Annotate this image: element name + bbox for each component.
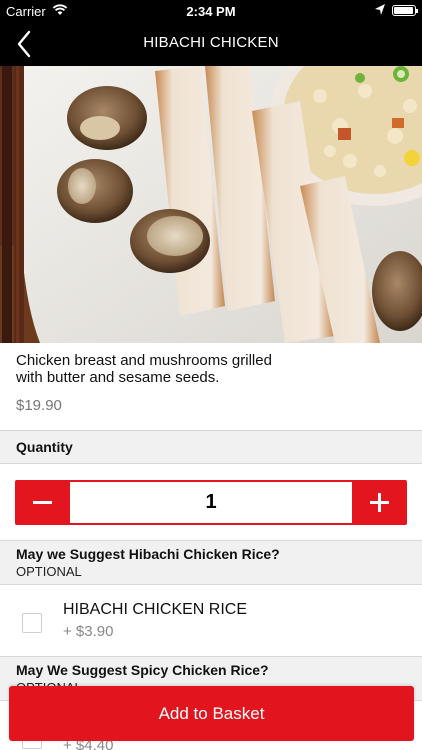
battery-icon (392, 5, 418, 16)
option-group-title: May we Suggest Hibachi Chicken Rice? (16, 546, 280, 562)
decrement-button[interactable] (15, 480, 70, 525)
product-description: Chicken breast and mushrooms grilled wit… (16, 352, 272, 386)
status-time: 2:34 PM (186, 4, 236, 19)
option-group-subtitle: OPTIONAL (16, 564, 82, 579)
quantity-label: Quantity (16, 439, 73, 455)
page-title: HIBACHI CHICKEN (143, 34, 279, 51)
option-group-title: May We Suggest Spicy Chicken Rice? (16, 662, 269, 678)
product-price: $19.90 (16, 397, 62, 414)
product-image (0, 66, 422, 343)
quantity-stepper: 1 (15, 480, 407, 525)
option-price: + $3.90 (63, 623, 114, 640)
add-to-basket-button[interactable]: Add to Basket (9, 686, 414, 741)
plus-icon (370, 493, 389, 512)
option-name: HIBACHI CHICKEN RICE (63, 601, 248, 618)
status-bar: Carrier 2:34 PM (0, 0, 422, 22)
quantity-value[interactable]: 1 (70, 482, 352, 523)
option-row[interactable]: HIBACHI CHICKEN RICE + $3.90 (0, 585, 422, 656)
increment-button[interactable] (352, 480, 407, 525)
option-checkbox[interactable] (22, 613, 42, 633)
minus-icon (33, 501, 52, 504)
location-arrow-icon (375, 4, 385, 15)
navigation-bar: HIBACHI CHICKEN (0, 22, 422, 66)
option-group-header: May we Suggest Hibachi Chicken Rice? OPT… (0, 540, 422, 585)
quantity-header: Quantity (0, 430, 422, 464)
